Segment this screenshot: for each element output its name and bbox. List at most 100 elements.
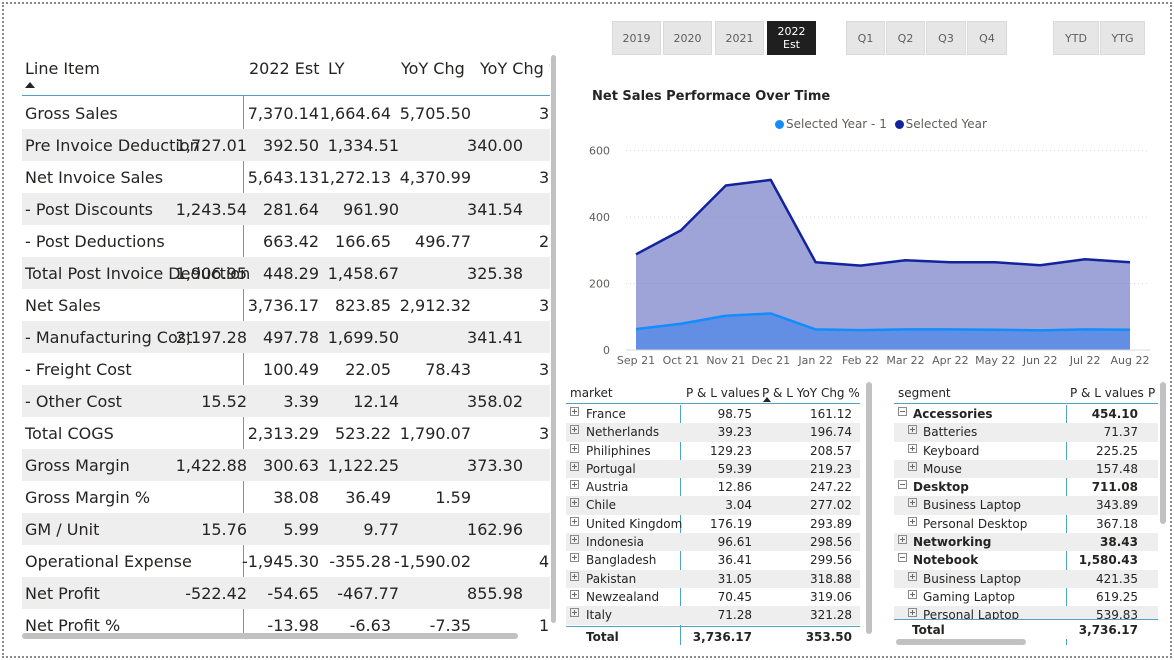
expand-plus-icon[interactable] [570, 498, 579, 508]
market-vertical-scrollbar[interactable] [866, 382, 872, 634]
market-row[interactable]: Bangladesh 36.41 299.56 [566, 551, 860, 569]
segment-row[interactable]: Business Laptop 421.35 [894, 569, 1158, 588]
legend-label-selected-year[interactable]: Selected Year [906, 117, 987, 131]
expand-plus-icon[interactable] [570, 516, 579, 526]
segment-row[interactable]: Accessories 454.10 [894, 405, 1158, 423]
legend-label-previous-year[interactable]: Selected Year - 1 [786, 117, 887, 131]
expand-plus-icon[interactable] [570, 461, 579, 471]
slicer-ytg[interactable]: YTG [1100, 21, 1145, 55]
pnl-row[interactable]: Total COGS 2,313.29 523.22 1,790.07 342.13 [22, 417, 550, 449]
slicer-year-2021[interactable]: 2021 [715, 21, 764, 55]
expand-plus-icon[interactable] [570, 571, 579, 581]
net-sales-area-chart[interactable]: 0 200 400 600 Sep 21 Oct 21 Nov 21 Dec 21 Jan 22… [586, 136, 1162, 372]
market-row[interactable]: United Kingdom 176.19 293.89 [566, 515, 860, 533]
segment-row[interactable]: Networking 38.43 [894, 533, 1158, 552]
expand-plus-icon[interactable] [908, 425, 917, 435]
pnl-row[interactable]: - Post Deductions 663.42 166.65 496.77 298.0… [22, 225, 550, 257]
collapse-minus-icon[interactable] [898, 480, 907, 490]
expand-plus-icon[interactable] [570, 443, 579, 453]
pnl-row[interactable]: Pre Invoice Deduction 1,727.01 392.50 1,334… [22, 129, 550, 161]
market-row[interactable]: Pakistan 31.05 318.88 [566, 569, 860, 588]
expand-plus-icon[interactable] [570, 608, 579, 618]
pnl-header-ly[interactable]: LY [328, 59, 345, 78]
slicer-ytd[interactable]: YTD [1053, 21, 1099, 55]
sort-ascending-icon[interactable] [763, 397, 771, 402]
pnl-horizontal-scrollbar[interactable] [22, 633, 518, 639]
pnl-row[interactable]: Net Sales 3,736.17 823.85 2,912.32 353.50 [22, 289, 550, 321]
slicer-q4[interactable]: Q4 [967, 21, 1007, 55]
expand-plus-icon[interactable] [570, 425, 579, 435]
market-row[interactable]: Philiphines 129.23 208.57 [566, 442, 860, 460]
slicer-q3[interactable]: Q3 [926, 21, 966, 55]
market-row[interactable]: France 98.75 161.12 [566, 405, 860, 423]
market-row[interactable]: Portugal 59.39 219.23 [566, 459, 860, 479]
expand-plus-icon[interactable] [908, 443, 917, 453]
sort-ascending-icon[interactable] [25, 82, 35, 88]
pnl-row[interactable]: - Manufacturing Cost 2,197.28 497.78 1,699.… [22, 321, 550, 353]
market-header-yoy[interactable]: P & L YoY Chg % [762, 386, 860, 400]
expand-plus-icon[interactable] [570, 480, 579, 490]
segment-vertical-scrollbar[interactable] [1160, 382, 1166, 524]
expand-plus-icon[interactable] [570, 589, 579, 599]
expand-plus-icon[interactable] [898, 535, 907, 545]
expand-plus-icon[interactable] [908, 461, 917, 471]
expand-plus-icon[interactable] [908, 608, 917, 618]
market-row[interactable]: Newzealand 70.45 319.06 [566, 588, 860, 606]
segment-row[interactable]: Batteries 71.37 [894, 423, 1158, 442]
segment-row[interactable]: Desktop 711.08 [894, 478, 1158, 496]
market-row[interactable]: Italy 71.28 321.28 [566, 606, 860, 625]
expand-plus-icon[interactable] [908, 516, 917, 526]
slicer-year-2020[interactable]: 2020 [663, 21, 712, 55]
expand-plus-icon[interactable] [570, 407, 579, 416]
collapse-minus-icon[interactable] [898, 407, 907, 416]
market-table[interactable]: market P & L values P & L YoY Chg % Fran… [566, 382, 862, 648]
segment-horizontal-scrollbar[interactable] [896, 639, 1026, 645]
segment-table[interactable]: segment P & L values P Accessories 454.10… [894, 382, 1158, 648]
pnl-row[interactable]: Net Profit -522.42 -54.65 -467.77 855.98 [22, 577, 550, 609]
pnl-row[interactable]: Gross Sales 7,370.141,664.64 5,705.50 342.7… [22, 97, 550, 129]
slicer-year-2022-est[interactable]: 2022 Est [767, 21, 816, 55]
market-row[interactable]: Indonesia 96.61 298.56 [566, 533, 860, 552]
market-table-header: market P & L values P & L YoY Chg % [566, 382, 860, 404]
expand-plus-icon[interactable] [570, 535, 579, 545]
pnl-row[interactable]: - Freight Cost 100.49 22.05 78.43 355.66 [22, 353, 550, 385]
expand-plus-icon[interactable] [908, 498, 917, 508]
segment-row[interactable]: Business Laptop 343.89 [894, 496, 1158, 515]
collapse-minus-icon[interactable] [898, 553, 907, 563]
market-header-values[interactable]: P & L values [686, 386, 760, 400]
segment-header-values[interactable]: P & L values [1070, 386, 1144, 400]
pnl-header-yoy-chg[interactable]: YoY Chg [401, 59, 465, 78]
segment-total-label: Total [912, 623, 945, 637]
segment-row[interactable]: Mouse 157.48 [894, 459, 1158, 479]
pnl-row[interactable]: Gross Margin %38.0836.491.594.37 [22, 481, 550, 513]
segment-row[interactable]: Personal Desktop 367.18 [894, 515, 1158, 533]
slicer-q2[interactable]: Q2 [886, 21, 925, 55]
pnl-row[interactable]: Net Profit % -13.98 -6.63 -7.35 110.77 [22, 609, 550, 633]
pnl-row[interactable]: Operational Expense -1,945.30 -355.28 -1,59… [22, 545, 550, 577]
market-row[interactable]: Netherlands 39.23 196.74 [566, 423, 860, 442]
segment-row[interactable]: Notebook 1,580.43 [894, 551, 1158, 569]
expand-plus-icon[interactable] [908, 589, 917, 599]
pnl-header-line-item[interactable]: Line Item [25, 59, 100, 78]
pnl-row[interactable]: Net Invoice Sales 5,643.13 1,272.13 4,370.9… [22, 161, 550, 193]
market-header-market[interactable]: market [570, 386, 613, 400]
slicer-q1[interactable]: Q1 [846, 21, 885, 55]
pnl-matrix[interactable]: Line Item 2022 Est LY YoY Chg YoY Chg % … [22, 52, 550, 633]
pnl-header-yoy-chg-pct[interactable]: YoY Chg % [480, 59, 550, 78]
segment-row[interactable]: Gaming Laptop 619.25 [894, 588, 1158, 606]
segment-row[interactable]: Keyboard 225.25 [894, 442, 1158, 460]
market-row[interactable]: Chile 3.04 277.02 [566, 496, 860, 515]
slicer-year-2019[interactable]: 2019 [612, 21, 661, 55]
pnl-row[interactable]: GM / Unit 15.76 5.99 9.77 162.96 [22, 513, 550, 545]
pnl-row[interactable]: Gross Margin 1,422.88 300.63 1,122.25 373.30 [22, 449, 550, 481]
expand-plus-icon[interactable] [570, 553, 579, 563]
market-row[interactable]: Austria 12.86 247.22 [566, 478, 860, 496]
pnl-vertical-scrollbar[interactable] [551, 55, 556, 623]
expand-plus-icon[interactable] [908, 571, 917, 581]
pnl-row[interactable]: - Post Discounts 1,243.54 281.64 961.90 341.… [22, 193, 550, 225]
segment-header-segment[interactable]: segment [898, 386, 951, 400]
pnl-row[interactable]: - Other Cost 15.52 3.39 12.14 358.02 [22, 385, 550, 417]
segment-header-yoy[interactable]: P [1148, 386, 1155, 400]
pnl-row[interactable]: Total Post Invoice Deduction 1,906.95 448.… [22, 257, 550, 289]
pnl-header-2022-est[interactable]: 2022 Est [249, 59, 320, 78]
